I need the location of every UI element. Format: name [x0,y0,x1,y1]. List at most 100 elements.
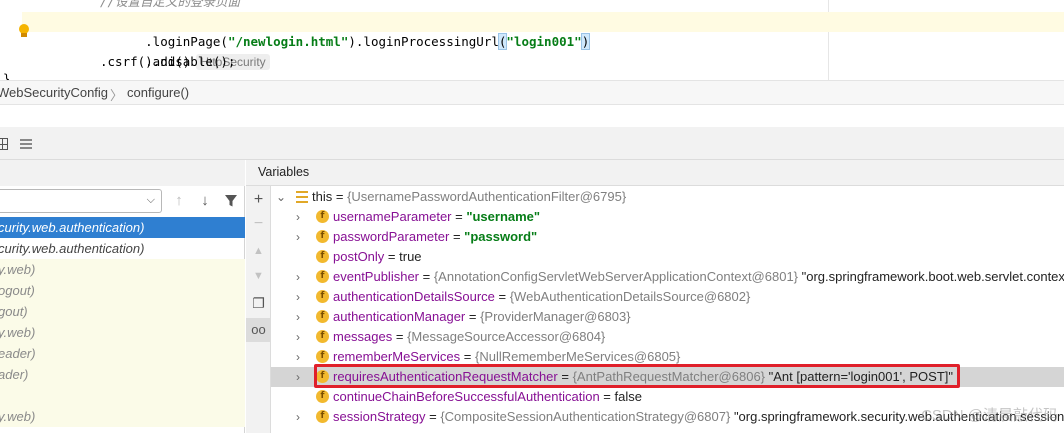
code-line[interactable]: .and() HttpSecurity [22,32,1064,70]
equals-sign: = [384,249,400,264]
code-comment: //设置自定义的登录页面 [100,0,241,9]
expand-arrow-icon[interactable]: › [293,327,303,347]
remove-watch-icon[interactable]: − [246,212,271,236]
frame-up-icon[interactable]: ↑ [170,190,188,212]
variable-type: {AnnotationConfigServletWebServerApplica… [433,269,799,284]
frame-item[interactable]: ogout) [0,280,245,301]
collapse-arrow-icon[interactable]: ⌄ [276,187,286,207]
variable-name: passwordParameter [333,229,450,244]
variable-type: {CompositeSessionAuthenticationStrategy@… [440,409,731,424]
variable-name: usernameParameter [333,209,452,224]
field-icon: f [316,230,329,243]
expand-arrow-icon[interactable]: › [293,347,303,367]
variable-row[interactable]: › f eventPublisher = {AnnotationConfigSe… [271,267,1064,287]
breadcrumb-separator: 〉 [110,88,124,103]
variable-row[interactable]: › f passwordParameter = "password" [271,227,1064,247]
chevron-down-icon: ⌵ [146,194,155,206]
variable-name: eventPublisher [333,269,419,284]
code-line[interactable]: .csrf().disable(); [22,52,1064,72]
frames-panel: ⌵ ↑ ↓ curity.web.authentication) curity.… [0,160,245,433]
variable-value: false [614,389,642,404]
frame-item[interactable]: y.web) [0,322,245,343]
expand-arrow-icon[interactable]: › [293,227,303,247]
code-line[interactable]: //设置自定义的登录页面 [22,0,1064,12]
move-down-icon[interactable]: ▼ [246,264,271,288]
variables-side-toolbar: + − ▲ ▼ ❐ oo [246,186,271,433]
frames-header [0,160,245,186]
variable-row[interactable]: › f messages = {MessageSourceAccessor@68… [271,327,1064,347]
variable-name: authenticationManager [333,309,466,324]
equals-sign: = [460,349,475,364]
variable-name: continueChainBeforeSuccessfulAuthenticat… [333,389,600,404]
equals-sign: = [494,289,510,304]
variable-type: {ProviderManager@6803} [480,309,631,324]
expand-arrow-icon[interactable]: › [293,367,303,387]
add-watch-icon[interactable]: + [246,188,271,212]
variable-row[interactable]: f postOnly = true [271,247,1064,267]
equals-sign: = [392,329,408,344]
frame-item[interactable] [0,385,245,406]
filter-icon[interactable] [222,190,240,212]
layout-grid-icon[interactable] [0,138,8,150]
breadcrumb-method[interactable]: configure() [127,85,189,100]
frame-item[interactable]: ader) [0,364,245,385]
variable-name: sessionStrategy [333,409,426,424]
field-icon: f [316,390,329,403]
field-icon: f [316,410,329,423]
restore-layout-icon[interactable] [20,138,32,150]
variable-name: authenticationDetailsSource [333,289,495,304]
variable-value: "org.springframework.boot.web.servlet.co… [798,269,1064,284]
code-line-current[interactable]: .loginPage("/newlogin.html").loginProces… [19,12,1064,50]
breadcrumb-class[interactable]: WebSecurityConfig [0,85,108,100]
variable-row[interactable]: › f authenticationDetailsSource = {WebAu… [271,287,1064,307]
expand-arrow-icon[interactable]: › [293,287,303,307]
highlight-annotation-box [314,364,960,388]
equals-sign: = [449,229,465,244]
frame-item[interactable]: y.web) [0,259,245,280]
frame-item[interactable]: curity.web.authentication) [0,217,245,238]
variable-row-this[interactable]: ⌄ this = {UsernamePasswordAuthentication… [271,187,1064,207]
editor-gutter [0,0,22,80]
field-icon: f [316,210,329,223]
code-editor[interactable]: //设置自定义的登录页面 .loginPage("/newlogin.html"… [0,0,1064,80]
variable-row[interactable]: › f usernameParameter = "username" [271,207,1064,227]
watermark-text: CSDN @清晨敲代码 [921,407,1058,424]
code-token: .csrf().disable(); [100,54,236,69]
variable-type: {MessageSourceAccessor@6804} [407,329,606,344]
copy-icon[interactable]: ❐ [246,291,271,315]
expand-arrow-icon[interactable]: › [293,407,303,427]
thread-selector[interactable]: ⌵ [0,189,162,213]
expand-arrow-icon[interactable]: › [293,267,303,287]
variables-header: Variables [246,160,1064,186]
expand-arrow-icon[interactable]: › [293,207,303,227]
equals-sign: = [599,389,615,404]
move-up-icon[interactable]: ▲ [246,239,271,263]
frame-item[interactable]: y.web) [0,406,245,427]
glasses-icon[interactable]: oo [246,318,271,342]
field-icon: f [316,290,329,303]
equals-sign: = [419,269,434,284]
frame-item[interactable]: eader) [0,343,245,364]
variable-name: postOnly [333,249,385,264]
breadcrumb: WebSecurityConfig 〉 configure() [0,80,1064,105]
variable-type: {NullRememberMeServices@6805} [474,349,681,364]
field-icon: f [316,350,329,363]
code-closing-brace: } [3,72,11,80]
frame-item[interactable]: gout) [0,301,245,322]
variable-value: "password" [464,229,538,244]
field-icon: f [316,250,329,263]
frame-item[interactable]: curity.web.authentication) [0,238,245,259]
variable-name: rememberMeServices [333,349,461,364]
variable-name: messages [333,329,393,344]
equals-sign: = [425,409,441,424]
debug-toolbar [0,127,1064,160]
variable-type: {WebAuthenticationDetailsSource@6802} [509,289,751,304]
frames-list: curity.web.authentication) curity.web.au… [0,215,245,433]
variable-name: this [312,189,333,204]
variable-type: {UsernamePasswordAuthenticationFilter@67… [347,189,627,204]
variable-row[interactable]: › f authenticationManager = {ProviderMan… [271,307,1064,327]
equals-sign: = [451,209,467,224]
expand-arrow-icon[interactable]: › [293,307,303,327]
field-icon: f [316,330,329,343]
frame-down-icon[interactable]: ↓ [196,190,214,212]
